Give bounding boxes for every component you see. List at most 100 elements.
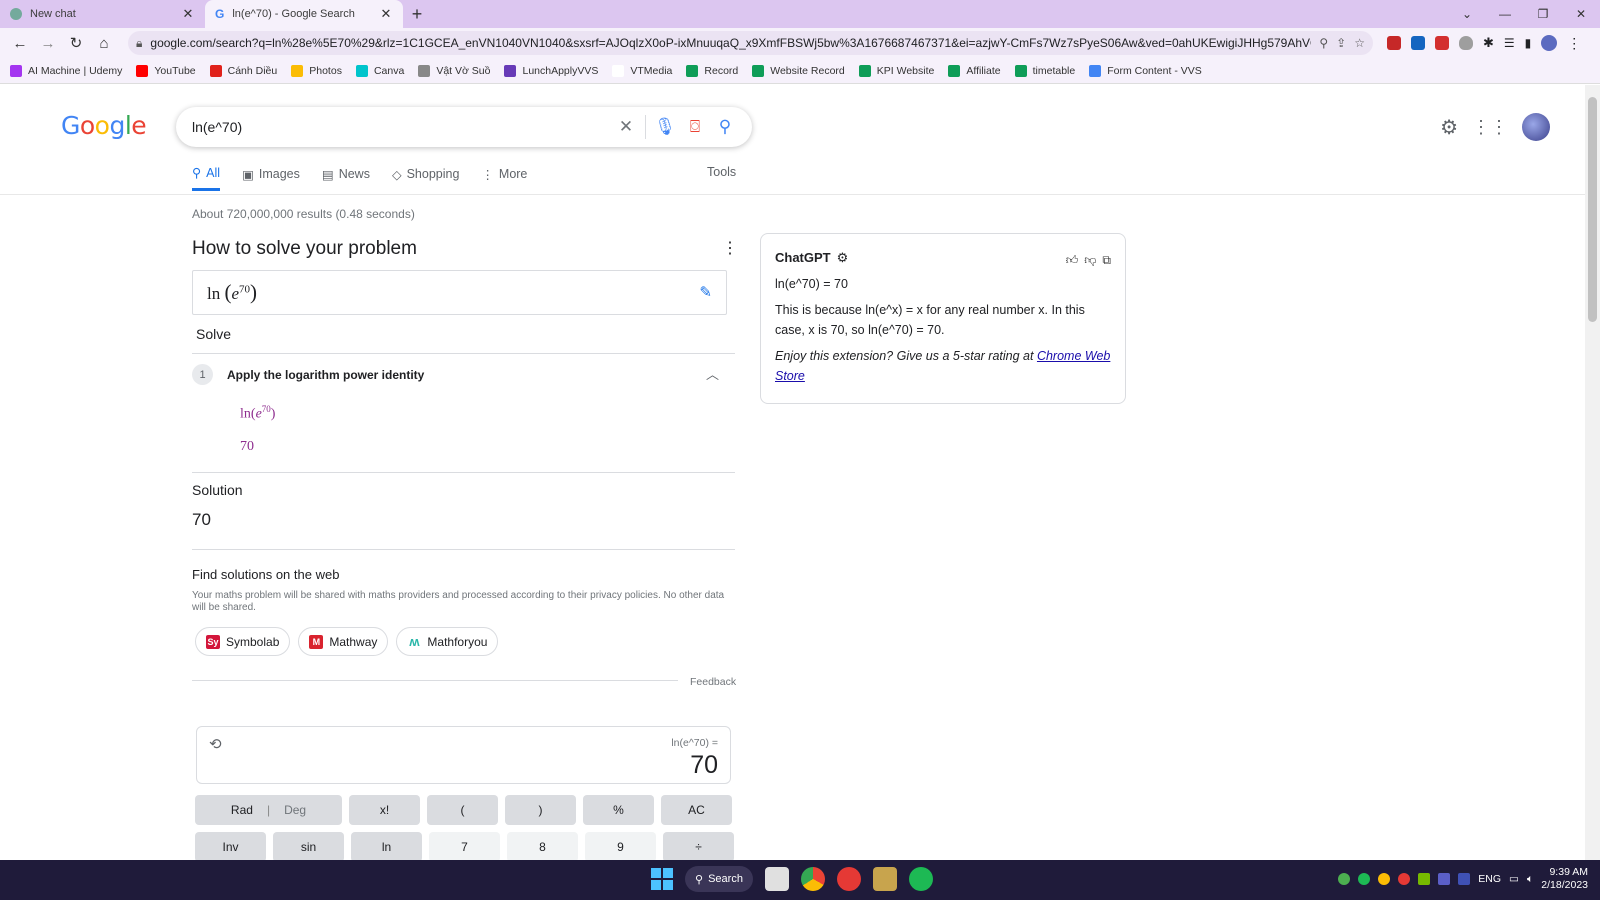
tray-icon[interactable]	[1398, 873, 1411, 885]
microphone-icon[interactable]: 🎙︎	[650, 117, 680, 137]
tab-all[interactable]: ⚲ All	[192, 165, 221, 191]
forward-button[interactable]: →	[36, 31, 60, 55]
open-paren-button[interactable]: (	[427, 795, 498, 825]
restore-button[interactable]: ❐	[1524, 0, 1562, 28]
edit-pencil-icon[interactable]: ✎	[699, 283, 712, 302]
clear-icon[interactable]: ✕	[611, 117, 641, 137]
digit-7-button[interactable]: 7	[429, 832, 500, 862]
digit-9-button[interactable]: 9	[585, 832, 656, 862]
bookmark-item[interactable]: KPI Website	[858, 64, 934, 77]
tab-google-search[interactable]: G ln(e^70) - Google Search ✕	[205, 0, 403, 28]
google-logo[interactable]: Google	[61, 111, 147, 140]
tab-shopping[interactable]: ◇ Shopping	[392, 165, 459, 191]
bookmark-item[interactable]: Record	[686, 64, 738, 77]
puzzle-icon[interactable]: ✱	[1483, 35, 1494, 51]
back-button[interactable]: ←	[8, 31, 32, 55]
mathway-chip[interactable]: M Mathway	[298, 627, 389, 656]
bookmark-item[interactable]: Vật Vờ Suồ	[418, 64, 490, 77]
bookmark-item[interactable]: Cánh Diều	[209, 64, 277, 77]
bookmark-item[interactable]: Form Content - VVS	[1089, 64, 1202, 77]
rad-option[interactable]: Rad	[231, 803, 253, 817]
mathforyou-chip[interactable]: ʍ Mathforyou	[396, 627, 499, 656]
symbolab-chip[interactable]: Sy Symbolab	[195, 627, 291, 656]
app-icon[interactable]	[837, 867, 861, 891]
history-icon[interactable]: ⟲	[209, 735, 222, 753]
nvidia-icon[interactable]	[1418, 873, 1431, 885]
tab-search-icon[interactable]: ⌄	[1448, 0, 1486, 28]
bookmark-item[interactable]: Photos	[291, 64, 342, 77]
tab-news[interactable]: ▤ News	[322, 165, 370, 191]
clock[interactable]: 9:39 AM 2/18/2023	[1541, 866, 1588, 892]
close-window-button[interactable]: ✕	[1562, 0, 1600, 28]
bookmark-item[interactable]: VTMedia	[612, 64, 672, 77]
minimize-button[interactable]: —	[1486, 0, 1524, 28]
step-header[interactable]: 1 Apply the logarithm power identity	[192, 364, 424, 385]
inv-button[interactable]: Inv	[195, 832, 266, 862]
language-indicator[interactable]: ENG	[1478, 873, 1501, 885]
lock-icon[interactable]: 🔒︎	[136, 36, 142, 51]
apps-grid-icon[interactable]: ⋮⋮	[1472, 117, 1508, 138]
rad-deg-toggle[interactable]: Rad | Deg	[195, 795, 342, 825]
bookmark-item[interactable]: Website Record	[752, 64, 845, 77]
taskbar-search[interactable]: ⚲ Search	[685, 866, 753, 892]
search-input[interactable]	[192, 119, 611, 135]
windows-start-icon[interactable]	[651, 868, 673, 890]
tab-more[interactable]: ⋮ More	[481, 165, 527, 191]
share-icon[interactable]: ⇪	[1336, 36, 1346, 50]
tab-new-chat[interactable]: New chat ✕	[0, 0, 205, 28]
extension-icon[interactable]	[1387, 36, 1401, 50]
tools-button[interactable]: Tools	[707, 165, 736, 179]
file-explorer-icon[interactable]	[765, 867, 789, 891]
copy-icon[interactable]: ⧉	[1102, 250, 1111, 270]
chrome-tray-icon[interactable]	[1378, 873, 1391, 885]
avatar[interactable]	[1522, 113, 1550, 141]
reload-button[interactable]: ↻	[64, 31, 88, 55]
thumbs-up-icon[interactable]: 👍︎	[1066, 250, 1079, 270]
divide-button[interactable]: ÷	[663, 832, 734, 862]
network-icon[interactable]: ▭	[1509, 873, 1519, 885]
bookmark-item[interactable]: AI Machine | Udemy	[10, 64, 122, 77]
bookmark-item[interactable]: YouTube	[136, 64, 196, 77]
volume-icon[interactable]: 🔈︎	[1527, 873, 1533, 886]
tray-icon[interactable]	[1338, 873, 1351, 885]
spotify-tray-icon[interactable]	[1358, 873, 1371, 885]
digit-8-button[interactable]: 8	[507, 832, 578, 862]
extension-icon[interactable]	[1411, 36, 1425, 50]
thumbs-down-icon[interactable]: 👎︎	[1084, 250, 1096, 270]
settings-gear-icon[interactable]: ⚙	[837, 248, 849, 268]
chrome-icon[interactable]	[801, 867, 825, 891]
percent-button[interactable]: %	[583, 795, 654, 825]
side-panel-icon[interactable]: ▮	[1525, 36, 1532, 50]
teams-icon[interactable]	[1438, 873, 1451, 885]
game-icon[interactable]	[873, 867, 897, 891]
tray-icon[interactable]	[1458, 873, 1471, 885]
bookmark-item[interactable]: Affiliate	[948, 64, 1001, 77]
reading-list-icon[interactable]: ☰	[1504, 36, 1515, 50]
deg-option[interactable]: Deg	[284, 803, 306, 817]
menu-kebab-icon[interactable]: ⋮	[1567, 35, 1581, 52]
bookmark-star-icon[interactable]: ☆	[1354, 36, 1365, 50]
factorial-button[interactable]: x!	[349, 795, 420, 825]
bookmark-item[interactable]: Canva	[355, 64, 404, 77]
new-tab-button[interactable]: +	[403, 0, 431, 28]
bookmark-item[interactable]: LunchApplyVVS	[504, 64, 598, 77]
solver-menu-icon[interactable]: ⋮	[722, 238, 738, 258]
shield-icon[interactable]	[1459, 36, 1473, 50]
ln-button[interactable]: ln	[351, 832, 422, 862]
profile-avatar[interactable]	[1541, 35, 1558, 51]
page-scrollbar[interactable]	[1585, 85, 1600, 860]
scroll-thumb[interactable]	[1588, 97, 1597, 322]
feedback-link[interactable]: Feedback	[690, 676, 736, 688]
close-paren-button[interactable]: )	[505, 795, 576, 825]
location-icon[interactable]: ⚲	[1319, 36, 1328, 50]
gear-icon[interactable]: ⚙	[1440, 115, 1458, 140]
bookmark-item[interactable]: timetable	[1014, 64, 1075, 77]
search-icon[interactable]: ⚲	[710, 117, 740, 137]
tab-close-icon[interactable]: ✕	[181, 6, 195, 22]
sin-button[interactable]: sin	[273, 832, 344, 862]
chevron-up-icon[interactable]: ︿	[706, 364, 719, 383]
tab-close-icon[interactable]: ✕	[379, 6, 393, 22]
spotify-icon[interactable]	[909, 867, 933, 891]
clear-button[interactable]: AC	[661, 795, 732, 825]
home-button[interactable]: ⌂	[92, 31, 116, 55]
